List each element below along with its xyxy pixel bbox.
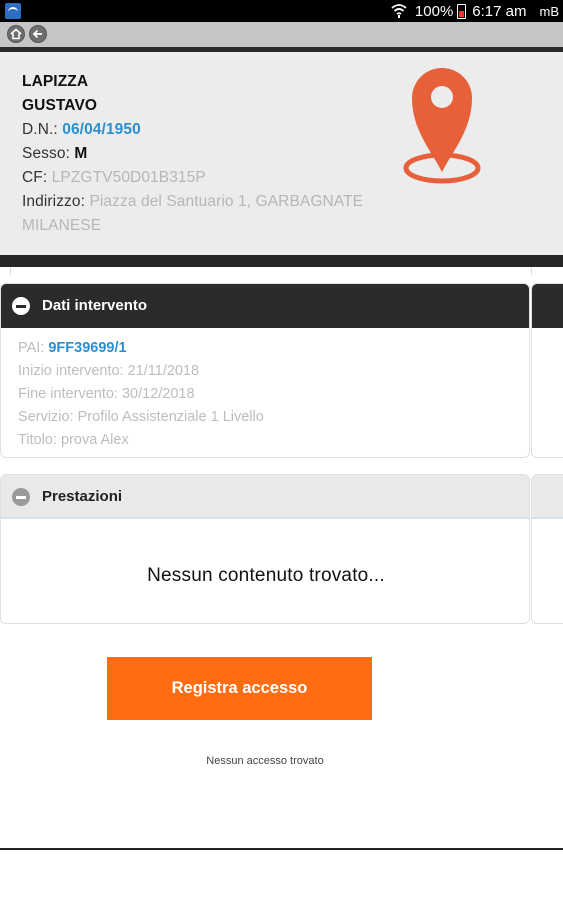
back-button[interactable] [29, 25, 47, 43]
address-continuation: MILANESE [22, 217, 102, 234]
sex-value: M [74, 145, 88, 162]
bottom-divider [0, 848, 563, 850]
no-access-text: Nessun accesso trovato [206, 755, 324, 767]
wifi-icon [391, 4, 407, 18]
status-bar: 100% 6:17 am mB [0, 0, 563, 22]
inizio-label: Inizio intervento: [18, 363, 124, 379]
dati-intervento-body: PAI: 9FF39699/1 Inizio intervento: 21/11… [1, 328, 529, 457]
clock: 6:17 am [472, 2, 527, 20]
pai-label: PAI: [18, 340, 45, 356]
cf-label: CF: [22, 169, 48, 186]
titolo-row: Titolo: prova Alex [18, 432, 529, 449]
patient-name: GUSTAVO [22, 97, 98, 114]
fine-label: Fine intervento: [18, 386, 118, 402]
patient-cf-row: CF: LPZGTV50D01B315P [22, 169, 206, 187]
address-label: Indirizzo: [22, 193, 86, 210]
prestazioni-panel: Prestazioni Nessun contenuto trovato... [0, 474, 530, 624]
register-access-button[interactable]: Registra accesso [107, 657, 372, 720]
pai-value: 9FF39699/1 [48, 340, 127, 356]
next-card-peek [531, 283, 563, 458]
dati-intervento-panel: Dati intervento PAI: 9FF39699/1 Inizio i… [0, 283, 530, 458]
empty-state-text: Nessun contenuto trovato... [147, 565, 385, 586]
back-arrow-icon [32, 29, 42, 39]
next-card-peek-2 [531, 474, 563, 624]
titolo-label: Titolo: [18, 432, 57, 448]
patient-header: LAPIZZA GUSTAVO D.N.: 06/04/1950 Sesso: … [0, 52, 563, 255]
collapse-minus-icon[interactable] [12, 488, 30, 506]
inizio-value: 21/11/2018 [127, 363, 200, 379]
carrier-label: mB [539, 3, 560, 19]
battery-icon [457, 3, 467, 19]
fine-row: Fine intervento: 30/12/2018 [18, 386, 529, 403]
home-button[interactable] [7, 25, 25, 43]
patient-dob-row: D.N.: 06/04/1950 [22, 121, 141, 139]
pai-row: PAI: 9FF39699/1 [18, 340, 529, 357]
collapse-minus-icon[interactable] [12, 297, 30, 315]
app-notification-icon [5, 3, 21, 19]
battery-percent: 100% [414, 2, 454, 20]
dob-label: D.N.: [22, 121, 58, 138]
next-card-header [532, 284, 563, 328]
patient-surname: LAPIZZA [22, 73, 89, 90]
dob-value: 06/04/1950 [62, 121, 141, 138]
sex-label: Sesso: [22, 145, 70, 162]
dati-intervento-header[interactable]: Dati intervento [1, 284, 529, 328]
prestazioni-header[interactable]: Prestazioni [1, 475, 529, 519]
address-value: Piazza del Santuario 1, GARBAGNATE [89, 193, 364, 210]
map-pin-icon[interactable] [402, 60, 482, 185]
prestazioni-body: Nessun contenuto trovato... [1, 519, 529, 623]
titolo-value: prova Alex [60, 432, 129, 448]
servizio-label: Servizio: [18, 409, 74, 425]
prestazioni-title: Prestazioni [42, 488, 123, 505]
inizio-row: Inizio intervento: 21/11/2018 [18, 363, 529, 380]
cf-value: LPZGTV50D01B315P [51, 169, 206, 186]
scroll-strip [10, 267, 532, 275]
patient-address-row: Indirizzo: Piazza del Santuario 1, GARBA… [22, 193, 363, 211]
patient-sex-row: Sesso: M [22, 145, 87, 163]
status-bar-right: 100% 6:17 am mB [391, 2, 559, 20]
servizio-value: Profilo Assistenziale 1 Livello [77, 409, 264, 425]
servizio-row: Servizio: Profilo Assistenziale 1 Livell… [18, 409, 529, 426]
next-card-header-2 [532, 475, 563, 519]
home-icon [10, 28, 22, 40]
fine-value: 30/12/2018 [121, 386, 195, 402]
header-divider [0, 255, 563, 267]
dati-intervento-title: Dati intervento [42, 297, 148, 314]
navigation-bar [0, 22, 563, 47]
